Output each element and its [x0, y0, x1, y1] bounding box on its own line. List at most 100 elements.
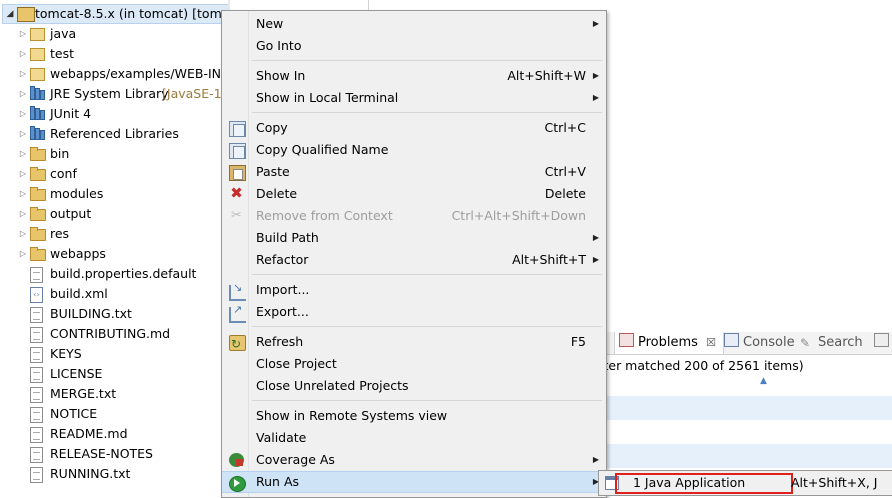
- refresh-icon: [229, 333, 246, 355]
- problems-filter-status: lter matched 200 of 2561 items): [600, 358, 804, 373]
- expand-arrow-icon[interactable]: ▷: [18, 124, 28, 144]
- folder-icon: [30, 207, 46, 221]
- file-icon: [30, 347, 43, 363]
- menu-item-copy[interactable]: Copy Ctrl+C: [222, 117, 606, 139]
- menu-item-paste[interactable]: Paste Ctrl+V: [222, 161, 606, 183]
- menu-item-build-path[interactable]: Build Path ▶: [222, 227, 606, 249]
- submenu-arrow-icon: ▶: [592, 71, 599, 80]
- menu-item-label: Import...: [256, 282, 310, 297]
- menu-item-label: 1 Java Application: [633, 475, 746, 490]
- menu-item-show-in-remote-systems-view[interactable]: Show in Remote Systems view: [222, 405, 606, 427]
- expand-arrow-icon[interactable]: ▷: [18, 64, 28, 84]
- tab-search-label: Search: [818, 335, 863, 350]
- menu-item-remove-from-context[interactable]: ✂ Remove from Context Ctrl+Alt+Shift+Down: [222, 205, 606, 227]
- expand-arrow-icon[interactable]: ▷: [18, 184, 28, 204]
- tree-item-label: webapps: [50, 246, 106, 261]
- submenu-arrow-icon: ▶: [592, 93, 599, 102]
- expand-arrow-icon[interactable]: ▷: [18, 164, 28, 184]
- file-icon: [30, 367, 43, 383]
- menu-separator: [252, 274, 602, 275]
- tab-search[interactable]: ✎ Search: [800, 332, 870, 354]
- menu-item-close-unrelated-projects[interactable]: Close Unrelated Projects: [222, 375, 606, 397]
- menu-item-refresh[interactable]: Refresh F5: [222, 331, 606, 355]
- project-explorer-tree: ◢ tomcat-8.5.x (in tomcat) [tomcat-8.5.x]…: [0, 0, 228, 492]
- expand-arrow-icon[interactable]: ▷: [18, 244, 28, 264]
- bottom-view-tabs: s Problems ☒ Console ✎Search: [600, 332, 892, 355]
- menu-separator: [252, 400, 602, 401]
- menu-item-accelerator: Alt+Shift+T: [512, 252, 586, 267]
- tree-item-label: conf: [50, 166, 77, 181]
- table-row[interactable]: [600, 420, 892, 445]
- search-icon: ✎: [800, 336, 811, 350]
- sort-ascending-icon[interactable]: ▲: [760, 376, 767, 386]
- menu-item-label: Run As: [256, 474, 300, 489]
- file-icon: [30, 387, 43, 403]
- tree-item-decoration: [JavaSE-1.8]: [162, 86, 228, 101]
- tree-root-label: tomcat-8.5.x (in tomcat) [tomcat-8.5.x]: [35, 6, 228, 21]
- menu-item-close-project[interactable]: Close Project: [222, 353, 606, 375]
- project-icon: [17, 7, 35, 22]
- menu-item-show-in-local-terminal[interactable]: Show in Local Terminal ▶: [222, 87, 606, 109]
- menu-item-new[interactable]: New ▶: [222, 13, 606, 35]
- menu-item-coverage-as[interactable]: Coverage As ▶: [222, 449, 606, 471]
- menu-item-accelerator: Ctrl+C: [544, 120, 586, 135]
- expand-arrow-icon[interactable]: ▷: [18, 104, 28, 124]
- tree-item-label: JUnit 4: [50, 106, 92, 121]
- file-icon: [30, 427, 43, 443]
- tree-root-project[interactable]: ◢ tomcat-8.5.x (in tomcat) [tomcat-8.5.x]: [2, 4, 228, 24]
- menu-item-java-application[interactable]: 1 Java Application Alt+Shift+X, J: [601, 473, 889, 494]
- menu-item-label: Refactor: [256, 252, 309, 267]
- expand-arrow-icon[interactable]: ▷: [18, 204, 28, 224]
- tree-item-label: MERGE.txt: [50, 386, 117, 401]
- menu-item-label: Show in Local Terminal: [256, 90, 399, 105]
- file-icon: [30, 447, 43, 463]
- collapse-arrow-icon[interactable]: ◢: [5, 5, 15, 23]
- table-row[interactable]: [600, 396, 892, 420]
- menu-item-copy-qualified-name[interactable]: Copy Qualified Name: [222, 139, 606, 161]
- menu-separator: [252, 112, 602, 113]
- tree-item-label: build.xml: [50, 286, 108, 301]
- submenu-arrow-icon: ▶: [592, 255, 599, 264]
- partial-tab-icon[interactable]: [874, 332, 892, 354]
- table-row[interactable]: [600, 444, 892, 468]
- menu-item-label: Paste: [256, 164, 290, 179]
- xml-file-icon: ‹›: [30, 287, 43, 303]
- file-icon: [30, 407, 43, 423]
- tab-problems-label: Problems: [638, 335, 698, 350]
- tree-item-label: CONTRIBUTING.md: [50, 326, 171, 341]
- menu-item-show-in[interactable]: Show In Alt+Shift+W ▶: [222, 65, 606, 87]
- file-icon: [30, 267, 43, 283]
- menu-item-export[interactable]: Export...: [222, 299, 606, 323]
- submenu-arrow-icon: ▶: [592, 455, 599, 464]
- menu-item-validate[interactable]: Validate: [222, 427, 606, 449]
- expand-arrow-icon[interactable]: ▷: [18, 224, 28, 244]
- problems-table-header: ▲: [600, 376, 892, 397]
- tree-item-label: RELEASE-NOTES: [50, 446, 153, 461]
- coverage-icon: [229, 453, 244, 467]
- submenu-arrow-icon: ▶: [592, 19, 599, 28]
- tab-problems[interactable]: Problems ☒: [614, 332, 724, 354]
- expand-arrow-icon[interactable]: ▷: [18, 144, 28, 164]
- export-icon: [229, 299, 246, 323]
- tree-item-label: README.md: [50, 426, 128, 441]
- tab-console[interactable]: Console: [724, 332, 796, 354]
- menu-separator: [252, 60, 602, 61]
- expand-arrow-icon[interactable]: ▷: [18, 24, 28, 44]
- menu-item-label: Build Path: [256, 230, 319, 245]
- expand-arrow-icon[interactable]: ▷: [18, 44, 28, 64]
- folder-icon: [30, 167, 46, 181]
- editor-divider: [368, 0, 369, 10]
- menu-item-go-into[interactable]: Go Into: [222, 35, 606, 57]
- menu-item-delete[interactable]: ✖ Delete Delete: [222, 183, 606, 205]
- expand-arrow-icon[interactable]: ▷: [18, 84, 28, 104]
- close-icon[interactable]: ☒: [706, 336, 716, 349]
- menu-item-label: Export...: [256, 304, 309, 319]
- run-icon: [229, 476, 246, 492]
- library-icon: [30, 86, 45, 100]
- tree-item-label: java: [50, 26, 77, 41]
- menu-item-accelerator: F5: [570, 334, 586, 349]
- menu-item-refactor[interactable]: Refactor Alt+Shift+T ▶: [222, 249, 606, 271]
- menu-item-label: Remove from Context: [256, 208, 393, 223]
- menu-item-run-as[interactable]: Run As ▶: [222, 471, 606, 493]
- menu-item-import[interactable]: Import...: [222, 277, 606, 301]
